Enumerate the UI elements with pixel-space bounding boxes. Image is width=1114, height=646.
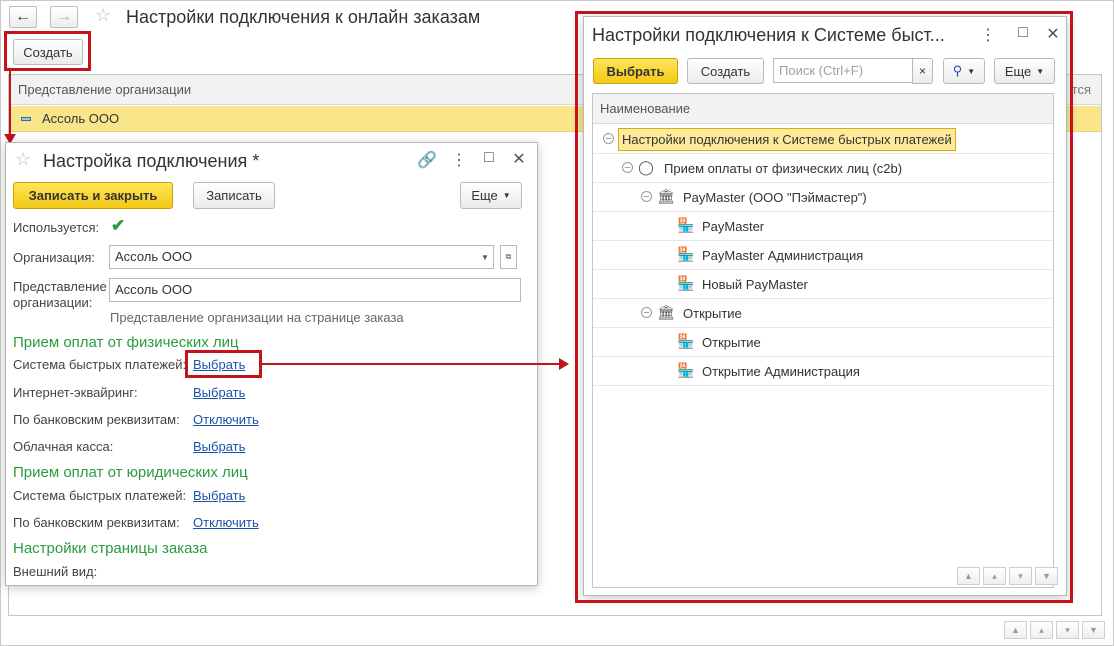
arrow-left-icon: ←	[15, 8, 31, 25]
save-and-close-button[interactable]: Записать и закрыть	[13, 182, 173, 209]
used-checkbox[interactable]: ✔	[111, 217, 127, 234]
legal-bank-link[interactable]: Отключить	[193, 515, 259, 530]
scroll-down-icon[interactable]: ▾	[1056, 621, 1079, 639]
org-repr-hint: Представление организации на странице за…	[110, 310, 404, 325]
link-icon[interactable]: 🔗	[417, 150, 437, 170]
close-icon[interactable]: ✕	[510, 149, 528, 169]
annotation-create-highlight	[4, 31, 91, 71]
organization-field[interactable]: Ассоль ООО	[109, 245, 478, 269]
individuals-bank-link[interactable]: Отключить	[193, 412, 259, 427]
chevron-down-icon: ▼	[502, 191, 511, 200]
scroll-up-icon[interactable]: ▴	[1030, 621, 1053, 639]
annotation-sbp-dialog-highlight	[575, 11, 1073, 603]
annotation-arrowhead	[559, 358, 569, 370]
list-scroll-buttons: ▲ ▴ ▾ ▼	[1004, 621, 1105, 639]
legal-bank-label: По банковским реквизитам:	[13, 515, 180, 530]
individuals-cloud-label: Облачная касса:	[13, 439, 114, 454]
section-legal-title: Прием оплат от юридических лиц	[13, 464, 248, 481]
legal-sbp-link[interactable]: Выбрать	[193, 488, 245, 503]
dialog-title: Настройка подключения *	[43, 151, 260, 171]
individuals-bank-label: По банковским реквизитам:	[13, 412, 180, 427]
legal-sbp-label: Система быстрых платежей:	[13, 488, 187, 503]
row-label: Ассоль ООО	[42, 111, 120, 126]
section-individuals-title: Прием оплат от физических лиц	[13, 334, 239, 351]
forward-button[interactable]: →	[50, 6, 78, 28]
org-representation-field[interactable]: Ассоль ООО	[109, 278, 521, 302]
appearance-label: Внешний вид:	[13, 564, 98, 579]
favorite-star-icon[interactable]: ☆	[95, 5, 111, 26]
page-title: Настройки подключения к онлайн заказам	[126, 7, 481, 27]
row-marker-icon	[21, 117, 31, 121]
chevron-down-icon[interactable]: ▼	[477, 245, 494, 269]
open-form-icon[interactable]: ⧉	[500, 245, 517, 269]
scroll-top-icon[interactable]: ▲	[1004, 621, 1027, 639]
section-page-title: Настройки страницы заказа	[13, 540, 208, 557]
annotation-choose-highlight	[185, 350, 262, 378]
favorite-star-icon[interactable]: ☆	[15, 149, 31, 170]
maximize-icon[interactable]: □	[480, 149, 498, 167]
scroll-bottom-icon[interactable]: ▼	[1082, 621, 1105, 639]
annotation-arrow-line	[262, 363, 560, 365]
column-header-label: Представление организации	[18, 82, 192, 97]
used-label: Используется:	[13, 220, 100, 235]
org-repr-label-1: Представление	[13, 279, 107, 294]
org-repr-label-2: организации:	[13, 295, 93, 310]
more-label: Еще	[471, 188, 498, 203]
more-button[interactable]: Еще ▼	[460, 182, 522, 209]
individuals-acquiring-link[interactable]: Выбрать	[193, 385, 245, 400]
individuals-acquiring-label: Интернет-эквайринг:	[13, 385, 138, 400]
save-button[interactable]: Записать	[193, 182, 275, 209]
individuals-cloud-link[interactable]: Выбрать	[193, 439, 245, 454]
back-button[interactable]: ←	[9, 6, 37, 28]
individuals-sbp-label: Система быстрых платежей:	[13, 357, 187, 372]
annotation-arrow-line	[9, 71, 11, 137]
more-vertical-icon[interactable]: ⋮	[450, 150, 468, 170]
arrow-right-icon: →	[56, 8, 72, 25]
column-header-used[interactable]: тся	[1072, 82, 1091, 97]
organization-label: Организация:	[13, 250, 96, 265]
